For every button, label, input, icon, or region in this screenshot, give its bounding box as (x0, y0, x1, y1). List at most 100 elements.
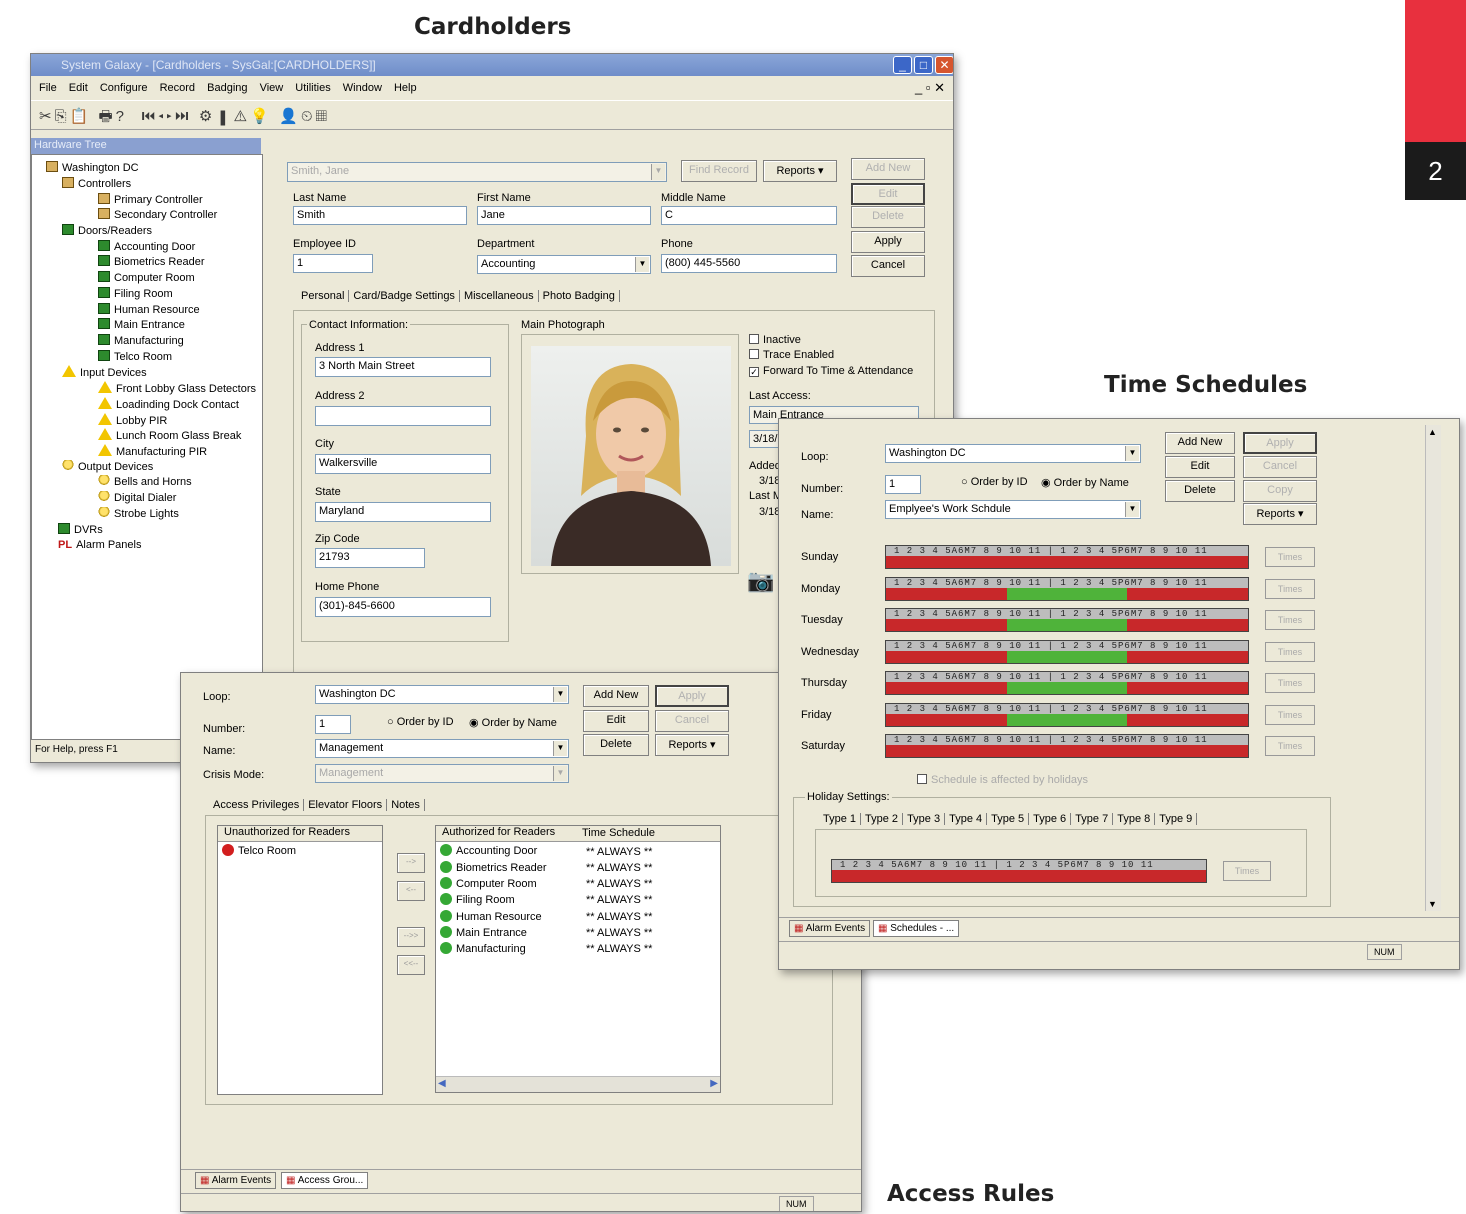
holiday-schedule-bar[interactable]: 1 2 3 4 5A6M7 8 9 10 11 | 1 2 3 4 5P6M7 … (831, 859, 1207, 883)
tree-item[interactable]: Main Entrance (98, 318, 185, 331)
checkbox[interactable] (749, 349, 759, 359)
tab-type-1[interactable]: Type 1 (819, 813, 862, 825)
menu-help[interactable]: Help (394, 82, 417, 94)
tree-item[interactable]: Human Resource (98, 303, 200, 316)
close-icon[interactable]: ✕ (935, 56, 953, 74)
chevron-down-icon[interactable]: ▼ (651, 164, 665, 180)
tree-item[interactable]: Bells and Horns (98, 475, 192, 488)
tree-controllers[interactable]: Controllers (62, 177, 131, 190)
phone-field[interactable]: (800) 445-5560 (661, 254, 837, 273)
department-select[interactable]: Accounting ▼ (477, 255, 651, 274)
address1-field[interactable]: 3 North Main Street (315, 357, 491, 377)
list-item[interactable]: Human Resource (440, 910, 542, 923)
menu-utilities[interactable]: Utilities (295, 82, 330, 94)
number-field[interactable]: 1 (315, 715, 351, 734)
menu-configure[interactable]: Configure (100, 82, 148, 94)
reports-button[interactable]: Reports ▾ (655, 734, 729, 756)
scroll-down-icon[interactable]: ▼ (1428, 899, 1437, 909)
cut-icon[interactable]: ✂ (39, 108, 55, 125)
schedule-bar-wednesday[interactable]: 1 2 3 4 5A6M7 8 9 10 11 | 1 2 3 4 5P6M7 … (885, 640, 1249, 664)
times-button[interactable]: Times (1265, 547, 1315, 567)
edit-button[interactable]: Edit (851, 183, 925, 205)
menu-edit[interactable]: Edit (69, 82, 88, 94)
order-by-name-radio[interactable]: ◉ Order by Name (469, 716, 557, 729)
tab-photo-badging[interactable]: Photo Badging (538, 290, 620, 302)
delete-button[interactable]: Delete (851, 206, 925, 228)
apply-button[interactable]: Apply (851, 231, 925, 253)
checkbox[interactable] (917, 774, 927, 784)
times-button[interactable]: Times (1265, 642, 1315, 662)
holiday-times-button[interactable]: Times (1223, 861, 1271, 881)
tree-item[interactable]: Lunch Room Glass Break (98, 428, 241, 442)
holiday-affected-checkbox[interactable]: Schedule is affected by holidays (917, 774, 1088, 786)
schedule-bar-saturday[interactable]: 1 2 3 4 5A6M7 8 9 10 11 | 1 2 3 4 5P6M7 … (885, 734, 1249, 758)
list-item[interactable]: Biometrics Reader (440, 861, 546, 874)
forward-checkbox[interactable]: ✓ Forward To Time & Attendance (749, 365, 913, 377)
tab-type-6[interactable]: Type 6 (1029, 813, 1072, 825)
minimize-icon[interactable]: _ (893, 56, 912, 74)
times-button[interactable]: Times (1265, 673, 1315, 693)
times-button[interactable]: Times (1265, 736, 1315, 756)
tree-item[interactable]: Filing Room (98, 287, 173, 300)
trace-enabled-checkbox[interactable]: Trace Enabled (749, 349, 834, 361)
cancel-button[interactable]: Cancel (851, 255, 925, 277)
taskbar-alarm-events[interactable]: ▦ Alarm Events (195, 1172, 277, 1189)
cardholder-icon[interactable]: 👤 (279, 108, 301, 125)
last-name-field[interactable]: Smith (293, 206, 467, 225)
copy-icon[interactable]: ⎘ (55, 108, 70, 125)
tab-card-badge[interactable]: Card/Badge Settings (349, 290, 460, 302)
reports-button[interactable]: Reports ▾ (1243, 503, 1317, 525)
tree-input-devices[interactable]: Input Devices (62, 365, 147, 379)
list-item[interactable]: Manufacturing (440, 942, 526, 955)
paste-icon[interactable]: 📋 (70, 108, 92, 125)
apply-button[interactable]: Apply (1243, 432, 1317, 454)
checkbox[interactable] (749, 334, 759, 344)
edit-button[interactable]: Edit (583, 710, 649, 732)
tree-item[interactable]: Primary Controller (98, 193, 203, 206)
tree-item[interactable]: Loadinding Dock Contact (98, 397, 239, 411)
add-all-button[interactable]: -->> (397, 927, 425, 947)
copy-button[interactable]: Copy (1243, 480, 1317, 502)
loop-select[interactable]: Washington DC ▼ (885, 444, 1141, 463)
name-select[interactable]: Emplyee's Work Schdule ▼ (885, 500, 1141, 519)
address2-field[interactable] (315, 406, 491, 426)
taskbar-alarm-events[interactable]: ▦ Alarm Events (789, 920, 871, 937)
menu-badging[interactable]: Badging (207, 82, 247, 94)
tab-type-7[interactable]: Type 7 (1071, 813, 1114, 825)
tree-doors-readers[interactable]: Doors/Readers (62, 224, 152, 237)
chevron-down-icon[interactable]: ▼ (553, 741, 567, 756)
door-icon[interactable]: ▮ (215, 108, 233, 125)
tree-output-devices[interactable]: Output Devices (62, 460, 153, 473)
next-record-icon[interactable]: ▸ (167, 108, 176, 125)
add-new-button[interactable]: Add New (583, 685, 649, 707)
checkbox-checked[interactable]: ✓ (749, 367, 759, 377)
tree-item[interactable]: Manufacturing (98, 334, 184, 347)
chevron-down-icon[interactable]: ▼ (553, 766, 567, 781)
scroll-left-icon[interactable]: ◀ (438, 1078, 446, 1089)
tree-site[interactable]: Washington DC (46, 161, 139, 174)
list-item[interactable]: Main Entrance (440, 926, 527, 939)
taskbar-access-groups[interactable]: ▦ Access Grou... (281, 1172, 369, 1189)
employee-id-field[interactable]: 1 (293, 254, 373, 273)
chevron-down-icon[interactable]: ▼ (1125, 446, 1139, 461)
tab-type-8[interactable]: Type 8 (1113, 813, 1156, 825)
tree-item[interactable]: Manufacturing PIR (98, 444, 207, 458)
zip-field[interactable]: 21793 (315, 548, 425, 568)
tab-type-3[interactable]: Type 3 (903, 813, 946, 825)
apply-button[interactable]: Apply (655, 685, 729, 707)
chevron-down-icon[interactable]: ▼ (635, 257, 649, 272)
home-phone-field[interactable]: (301)-845-6600 (315, 597, 491, 617)
tab-type-9[interactable]: Type 9 (1155, 813, 1198, 825)
schedule-bar-sunday[interactable]: 1 2 3 4 5A6M7 8 9 10 11 | 1 2 3 4 5P6M7 … (885, 545, 1249, 569)
crisis-mode-select[interactable]: Management ▼ (315, 764, 569, 783)
print-icon[interactable]: 🖶 (98, 108, 115, 125)
tab-type-4[interactable]: Type 4 (945, 813, 988, 825)
cancel-button[interactable]: Cancel (655, 710, 729, 732)
city-field[interactable]: Walkersville (315, 454, 491, 474)
find-record-button[interactable]: Find Record (681, 160, 757, 182)
edit-button[interactable]: Edit (1165, 456, 1235, 478)
first-name-field[interactable]: Jane (477, 206, 651, 225)
chevron-down-icon[interactable]: ▼ (553, 687, 567, 702)
tree-item[interactable]: Secondary Controller (98, 208, 217, 221)
schedule-bar-thursday[interactable]: 1 2 3 4 5A6M7 8 9 10 11 | 1 2 3 4 5P6M7 … (885, 671, 1249, 695)
